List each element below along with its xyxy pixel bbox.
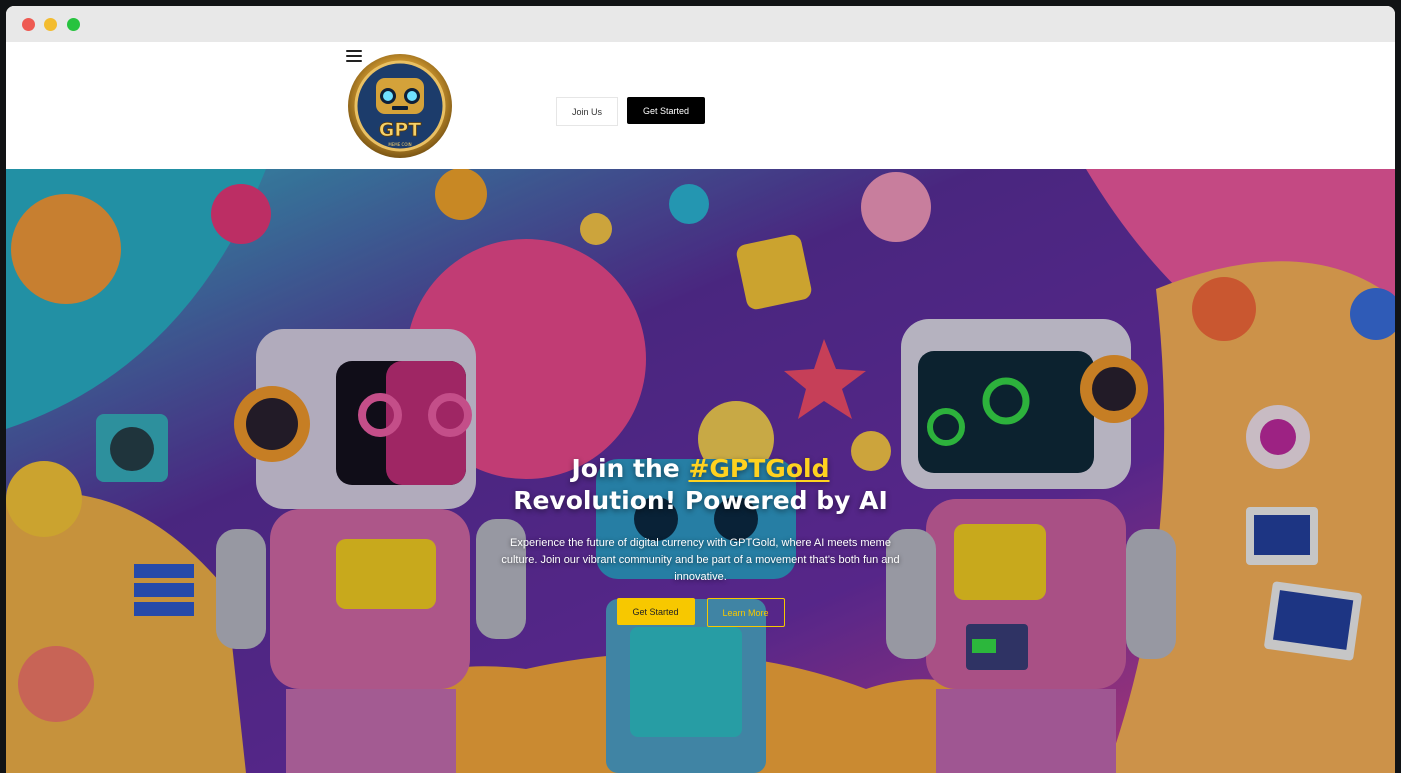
svg-text:GPT: GPT <box>379 119 422 141</box>
hero-headline: Join the #GPTGold Revolution! Powered by… <box>6 453 1395 517</box>
get-started-button[interactable]: Get Started <box>627 97 705 124</box>
hero-get-started-button[interactable]: Get Started <box>616 598 695 625</box>
headline-hashtag: #GPTGold <box>688 454 830 483</box>
hero-learn-more-button[interactable]: Learn More <box>706 598 785 627</box>
join-us-button[interactable]: Join Us <box>556 97 618 126</box>
hero-actions: Get Started Learn More <box>6 598 1395 627</box>
hamburger-icon[interactable] <box>346 50 362 62</box>
site-navbar: GPT MEME COIN Join Us Get Started <box>6 42 1395 169</box>
svg-text:MEME COIN: MEME COIN <box>388 142 411 147</box>
hero-content: Join the #GPTGold Revolution! Powered by… <box>6 453 1395 627</box>
window-titlebar <box>6 6 1395 42</box>
hero-section: Join the #GPTGold Revolution! Powered by… <box>6 169 1395 773</box>
headline-prefix: Join the <box>571 454 689 483</box>
close-window-dot[interactable] <box>22 18 35 31</box>
headline-suffix: Revolution! Powered by AI <box>513 486 888 515</box>
hero-subtitle: Experience the future of digital currenc… <box>501 537 900 583</box>
browser-window: GPT MEME COIN Join Us Get Started Join t… <box>6 6 1395 773</box>
gptgold-logo[interactable]: GPT MEME COIN <box>346 52 454 160</box>
maximize-window-dot[interactable] <box>67 18 80 31</box>
minimize-window-dot[interactable] <box>44 18 57 31</box>
